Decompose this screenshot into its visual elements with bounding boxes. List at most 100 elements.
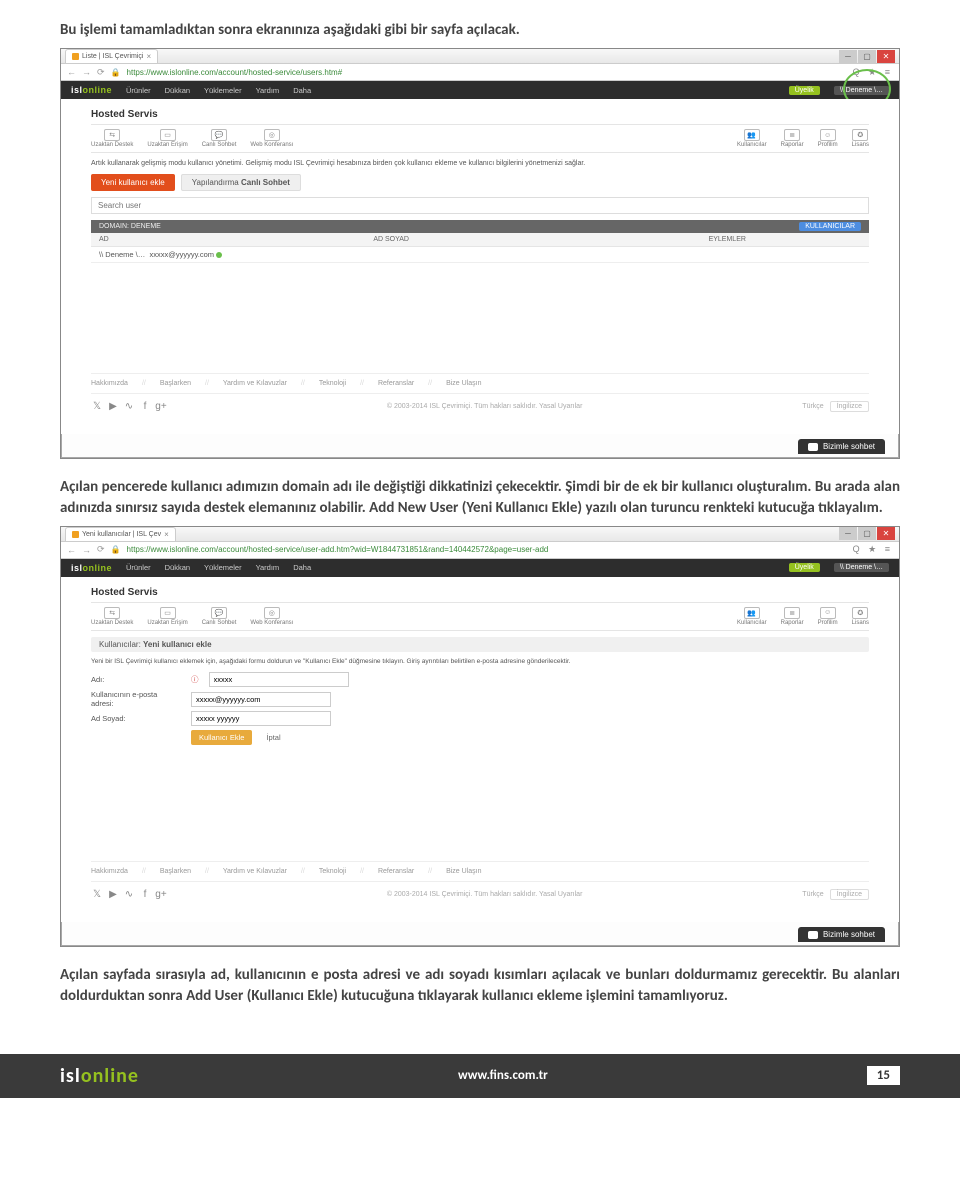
tool-users[interactable]: 👥Kullanıcılar [737, 129, 767, 148]
browser-tab[interactable]: Yeni kullanıcılar | ISL Çev × [65, 527, 176, 541]
nav-item[interactable]: Ürünler [126, 563, 151, 572]
window-close-button[interactable]: ✕ [877, 50, 895, 63]
user-row[interactable]: \\ Deneme \… xxxxx@yyyyyy.com [91, 247, 869, 263]
submit-add-user-button[interactable]: Kullanıcı Ekle [191, 730, 252, 745]
twitter-icon[interactable]: 𝕏 [91, 400, 103, 412]
tool-remote-access[interactable]: ▭Uzaktan Erişim [147, 129, 187, 148]
membership-pill[interactable]: Üyelik [789, 563, 820, 572]
nav-back-icon[interactable]: ← [67, 545, 76, 555]
lang-select[interactable]: İngilizce [830, 889, 869, 900]
tab-close-icon[interactable]: × [146, 52, 151, 61]
label-fullname: Ad Soyad: [91, 714, 181, 723]
brand-logo[interactable]: islonline [71, 563, 112, 573]
lang-label: Türkçe [802, 891, 823, 898]
nav-item[interactable]: Dükkan [165, 86, 190, 95]
page-heading: Hosted Servis [91, 109, 869, 120]
gplus-icon[interactable]: g+ [155, 400, 167, 412]
browser-tab[interactable]: Liste | ISL Çevrimiçi × [65, 49, 158, 63]
chat-widget[interactable]: Bizimle sohbet [798, 439, 885, 454]
tool-reports[interactable]: ≣Raporlar [781, 129, 804, 148]
window-close-button[interactable]: ✕ [877, 527, 895, 540]
tool-live-chat[interactable]: 💬Canlı Sohbet [202, 129, 237, 148]
tool-users[interactable]: 👥Kullanıcılar [737, 607, 767, 626]
tool-live-chat[interactable]: 💬Canlı Sohbet [202, 607, 237, 626]
footer-link[interactable]: Hakkımızda [91, 868, 128, 875]
footer-link[interactable]: Bize Ulaşın [446, 380, 481, 387]
social-icons[interactable]: 𝕏 ▶ ∿ f g+ [91, 888, 167, 900]
search-user-input[interactable] [91, 197, 869, 214]
tab-close-icon[interactable]: × [164, 530, 169, 539]
facebook-icon[interactable]: f [139, 400, 151, 412]
nav-forward-icon[interactable]: → [82, 67, 91, 77]
footer-link[interactable]: Referanslar [378, 868, 414, 875]
footer-link[interactable]: Başlarken [160, 868, 191, 875]
screenshot-1: Liste | ISL Çevrimiçi × ─ ▢ ✕ ← → ⟳ 🔒 ht… [60, 48, 900, 459]
footer-link[interactable]: Hakkımızda [91, 380, 128, 387]
configure-button[interactable]: Yapılandırma Canlı Sohbet [181, 174, 301, 191]
tool-web-conf[interactable]: ◎Web Konferansı [250, 129, 293, 148]
gplus-icon[interactable]: g+ [155, 888, 167, 900]
lang-select[interactable]: İngilizce [830, 401, 869, 412]
window-maximize-button[interactable]: ▢ [858, 527, 876, 540]
twitter-icon[interactable]: 𝕏 [91, 888, 103, 900]
nav-forward-icon[interactable]: → [82, 545, 91, 555]
footer-link[interactable]: Teknoloji [319, 380, 346, 387]
chat-bubble-icon [808, 931, 818, 939]
window-minimize-button[interactable]: ─ [839, 50, 857, 63]
brand-logo[interactable]: islonline [71, 85, 112, 95]
nav-item[interactable]: Yardım [256, 86, 280, 95]
footer-link[interactable]: Yardım ve Kılavuzlar [223, 380, 287, 387]
window-maximize-button[interactable]: ▢ [858, 50, 876, 63]
chat-widget[interactable]: Bizimle sohbet [798, 927, 885, 942]
users-chip[interactable]: KULLANICILAR [799, 222, 861, 231]
label-email: Kullanıcının e-posta adresi: [91, 690, 181, 708]
tool-remote-support[interactable]: ⇆Uzaktan Destek [91, 129, 133, 148]
user-pill[interactable]: \\ Deneme \… [834, 563, 889, 572]
footer-link[interactable]: Bize Ulaşın [446, 868, 481, 875]
tool-remote-access[interactable]: ▭Uzaktan Erişim [147, 607, 187, 626]
fullname-input[interactable] [191, 711, 331, 726]
membership-pill[interactable]: Üyelik [789, 86, 820, 95]
nav-item[interactable]: Daha [293, 563, 311, 572]
social-icons[interactable]: 𝕏 ▶ ∿ f g+ [91, 400, 167, 412]
nav-item[interactable]: Yüklemeler [204, 86, 242, 95]
facebook-icon[interactable]: f [139, 888, 151, 900]
nav-item[interactable]: Yardım [256, 563, 280, 572]
footer-link[interactable]: Referanslar [378, 380, 414, 387]
footer-link[interactable]: Başlarken [160, 380, 191, 387]
favicon-icon [72, 53, 79, 60]
rss-icon[interactable]: ∿ [123, 400, 135, 412]
copyright: © 2003-2014 ISL Çevrimiçi. Tüm hakları s… [387, 891, 583, 898]
tool-profile[interactable]: ☺Profilim [818, 129, 838, 148]
name-input[interactable] [209, 672, 349, 687]
window-minimize-button[interactable]: ─ [839, 527, 857, 540]
address-bar[interactable]: https://www.islonline.com/account/hosted… [127, 68, 847, 77]
tool-remote-support[interactable]: ⇆Uzaktan Destek [91, 607, 133, 626]
col-name: AD SOYAD [373, 236, 708, 243]
col-ad: AD [99, 236, 373, 243]
footer-link[interactable]: Teknoloji [319, 868, 346, 875]
browser-tools[interactable]: Q ★ ≡ [853, 544, 893, 555]
footer-link[interactable]: Yardım ve Kılavuzlar [223, 868, 287, 875]
tool-license[interactable]: ✪Lisans [852, 607, 869, 626]
rss-icon[interactable]: ∿ [123, 888, 135, 900]
tool-license[interactable]: ✪Lisans [852, 129, 869, 148]
address-bar[interactable]: https://www.islonline.com/account/hosted… [127, 545, 847, 554]
nav-back-icon[interactable]: ← [67, 67, 76, 77]
nav-reload-icon[interactable]: ⟳ [97, 544, 105, 555]
tool-web-conf[interactable]: ◎Web Konferansı [250, 607, 293, 626]
nav-item[interactable]: Yüklemeler [204, 563, 242, 572]
tool-profile[interactable]: ☺Profilim [818, 607, 838, 626]
add-user-button[interactable]: Yeni kullanıcı ekle [91, 174, 175, 191]
footer-logo: islonline [60, 1064, 139, 1088]
nav-item[interactable]: Ürünler [126, 86, 151, 95]
youtube-icon[interactable]: ▶ [107, 400, 119, 412]
email-input[interactable] [191, 692, 331, 707]
tool-reports[interactable]: ≣Raporlar [781, 607, 804, 626]
nav-item[interactable]: Daha [293, 86, 311, 95]
nav-reload-icon[interactable]: ⟳ [97, 67, 105, 78]
nav-item[interactable]: Dükkan [165, 563, 190, 572]
cancel-button[interactable]: İptal [258, 730, 288, 745]
youtube-icon[interactable]: ▶ [107, 888, 119, 900]
info-text: Artık kullanarak gelişmiş modu kullanıcı… [91, 159, 869, 168]
